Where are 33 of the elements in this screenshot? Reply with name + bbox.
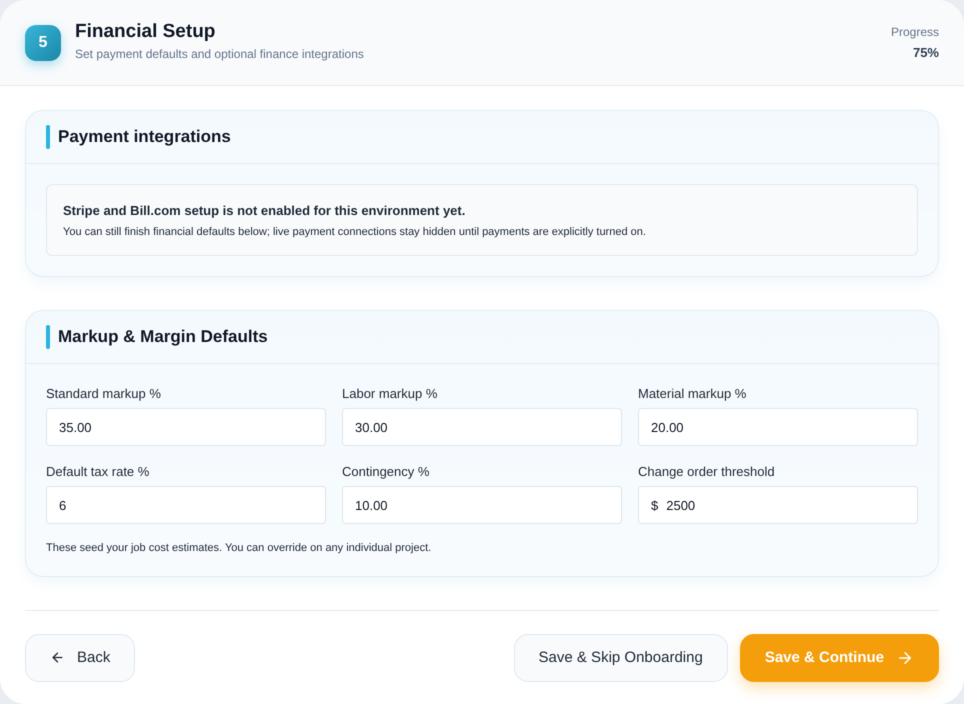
- section-title: Markup & Margin Defaults: [58, 327, 268, 347]
- field-value: 10.00: [355, 498, 388, 512]
- progress-value: 75%: [912, 45, 939, 60]
- page-title: Financial Setup: [75, 20, 216, 42]
- hint-text: These seed your job cost estimates. You can override on any individual project.: [45, 541, 432, 556]
- field-label: Default tax rate %: [46, 464, 150, 479]
- field-value: 30.00: [355, 420, 388, 434]
- field-label: Material markup %: [638, 386, 748, 401]
- input-field[interactable]: 10.00: [342, 486, 622, 524]
- field-label: Change order threshold: [638, 464, 776, 479]
- section-title: Payment integrations: [58, 127, 231, 147]
- input-field[interactable]: 20.00: [638, 408, 918, 446]
- field-value: 20.00: [651, 420, 684, 434]
- input-field[interactable]: 30.00: [342, 408, 622, 446]
- input-field[interactable]: 6: [46, 486, 326, 524]
- progress-label: Progress: [890, 25, 939, 39]
- page-subtitle: Set payment defaults and optional finance integrations: [75, 46, 365, 60]
- accent-bar: [46, 125, 50, 149]
- field-label: Labor markup %: [342, 386, 438, 401]
- input-field[interactable]: 35.00: [46, 408, 326, 446]
- field-label: Standard markup %: [46, 386, 162, 401]
- field-value: 6: [59, 498, 66, 512]
- field-value: 2500: [666, 498, 696, 512]
- field-value: 35.00: [59, 420, 92, 434]
- currency-prefix: $: [651, 498, 658, 512]
- notice-title: Stripe and Bill.com setup is not enabled for this environment yet.: [63, 203, 466, 218]
- skip-button[interactable]: Save & Skip Onboarding: [514, 634, 728, 682]
- field-label: Contingency %: [342, 464, 430, 479]
- back-button[interactable]: Back: [25, 634, 136, 682]
- step-badge: 5: [25, 24, 61, 60]
- input-field[interactable]: $ 2500: [638, 486, 918, 524]
- accent-bar: [46, 325, 50, 349]
- notice-text: You can still finish financial defaults below; live payment connections stay hidden until payments are explicitly turned on.: [63, 226, 647, 238]
